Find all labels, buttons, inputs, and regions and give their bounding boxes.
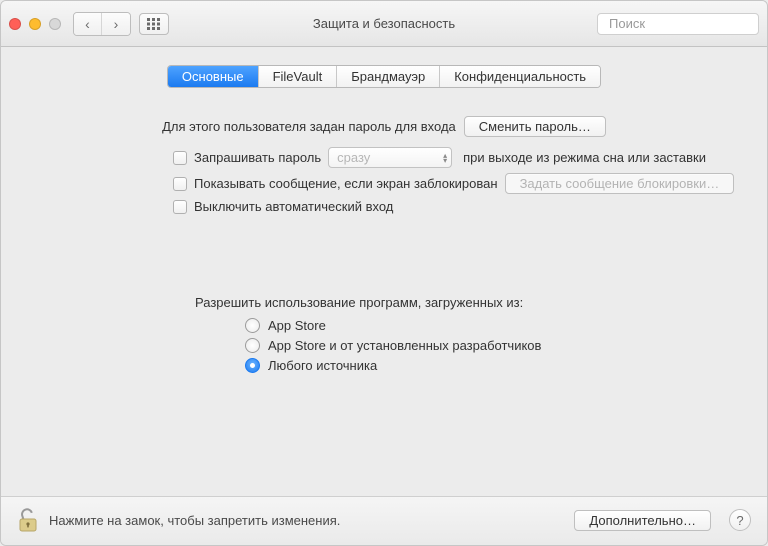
require-password-delay-value: сразу (337, 150, 370, 165)
zoom-window-button[interactable] (49, 18, 61, 30)
advanced-button[interactable]: Дополнительно… (574, 510, 711, 531)
chevron-left-icon: ‹ (85, 16, 90, 32)
show-message-row: Показывать сообщение, если экран заблоки… (173, 173, 743, 194)
require-password-row: Запрашивать пароль сразу ▴▾ при выходе и… (173, 147, 743, 168)
radio-anywhere-label: Любого источника (268, 358, 377, 373)
help-icon: ? (736, 513, 743, 528)
require-password-checkbox[interactable] (173, 151, 187, 165)
downloads-option-identified[interactable]: App Store и от установленных разработчик… (245, 338, 743, 353)
nav-buttons: ‹ › (73, 12, 131, 36)
help-button[interactable]: ? (729, 509, 751, 531)
radio-identified-label: App Store и от установленных разработчик… (268, 338, 541, 353)
close-window-button[interactable] (9, 18, 21, 30)
grid-icon (147, 18, 161, 30)
radio-identified[interactable] (245, 338, 260, 353)
tab-filevault[interactable]: FileVault (259, 66, 338, 87)
forward-button[interactable]: › (102, 13, 130, 35)
downloads-title: Разрешить использование программ, загруж… (25, 295, 743, 310)
unlocked-lock-icon (17, 507, 39, 533)
set-lock-message-button[interactable]: Задать сообщение блокировки… (505, 173, 735, 194)
chevron-right-icon: › (114, 16, 119, 32)
password-set-label: Для этого пользователя задан пароль для … (162, 119, 456, 134)
downloads-option-anywhere[interactable]: Любого источника (245, 358, 743, 373)
tab-privacy[interactable]: Конфиденциальность (440, 66, 600, 87)
back-button[interactable]: ‹ (74, 13, 102, 35)
require-password-label: Запрашивать пароль (194, 150, 321, 165)
search-field[interactable] (597, 13, 759, 35)
require-password-suffix: при выходе из режима сна или заставки (463, 150, 706, 165)
tab-general[interactable]: Основные (168, 66, 259, 87)
bottom-bar: Нажмите на замок, чтобы запретить измене… (1, 496, 767, 545)
radio-appstore[interactable] (245, 318, 260, 333)
disable-autologin-label: Выключить автоматический вход (194, 199, 393, 214)
require-password-delay-popup[interactable]: сразу ▴▾ (328, 147, 452, 168)
radio-anywhere[interactable] (245, 358, 260, 373)
preferences-window: ‹ › Защита и безопасность (0, 0, 768, 546)
show-message-label: Показывать сообщение, если экран заблоки… (194, 176, 498, 191)
tabs-row: Основные FileVault Брандмауэр Конфиденци… (1, 47, 767, 88)
lock-button[interactable] (17, 507, 39, 533)
show-all-button[interactable] (139, 13, 169, 35)
change-password-button[interactable]: Сменить пароль… (464, 116, 606, 137)
lock-hint-text: Нажмите на замок, чтобы запретить измене… (49, 513, 340, 528)
chevron-updown-icon: ▴▾ (443, 153, 447, 163)
tabs-segmented: Основные FileVault Брандмауэр Конфиденци… (167, 65, 601, 88)
radio-appstore-label: App Store (268, 318, 326, 333)
window-title: Защита и безопасность (313, 16, 455, 31)
downloads-radio-group: App Store App Store и от установленных р… (25, 318, 743, 373)
password-set-row: Для этого пользователя задан пароль для … (25, 116, 743, 137)
search-input[interactable] (609, 16, 768, 31)
disable-autologin-row: Выключить автоматический вход (173, 199, 743, 214)
minimize-window-button[interactable] (29, 18, 41, 30)
main-panel: Для этого пользователя задан пароль для … (1, 88, 767, 496)
downloads-option-appstore[interactable]: App Store (245, 318, 743, 333)
titlebar: ‹ › Защита и безопасность (1, 1, 767, 47)
disable-autologin-checkbox[interactable] (173, 200, 187, 214)
traffic-lights (9, 18, 61, 30)
show-message-checkbox[interactable] (173, 177, 187, 191)
tab-firewall[interactable]: Брандмауэр (337, 66, 440, 87)
